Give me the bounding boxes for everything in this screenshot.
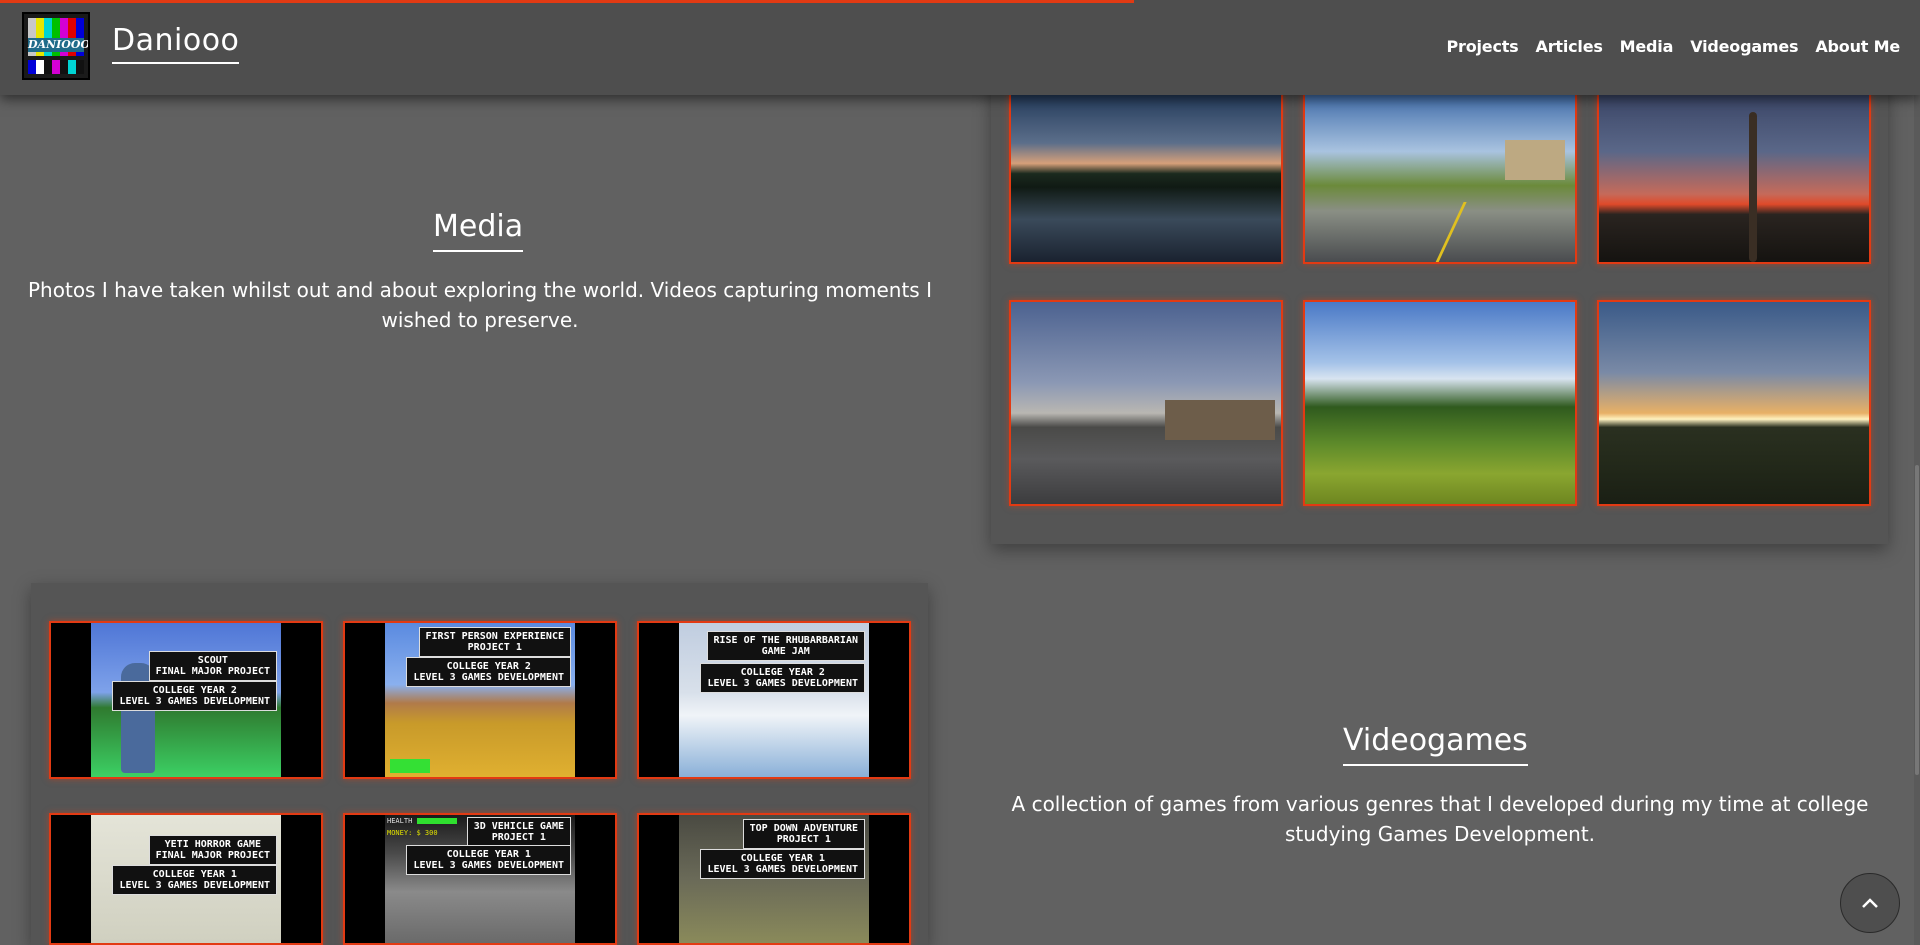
chevron-up-icon: [1861, 894, 1879, 913]
game-course-caption: COLLEGE YEAR 2 LEVEL 3 GAMES DEVELOPMENT: [112, 681, 277, 711]
green-meadow-photo[interactable]: [1303, 300, 1577, 506]
nav-articles[interactable]: Articles: [1536, 37, 1603, 56]
game-tile-top-down-adventure[interactable]: TOP DOWN ADVENTURE PROJECT 1 COLLEGE YEA…: [637, 813, 911, 945]
nav-about-me[interactable]: About Me: [1815, 37, 1900, 56]
game-tile-rhubarbarian[interactable]: RISE OF THE RHUBARBARIAN GAME JAM COLLEG…: [637, 621, 911, 779]
site-logo[interactable]: DANIOOO: [22, 12, 90, 80]
media-description: Photos I have taken whilst out and about…: [28, 278, 932, 332]
videogames-description: A collection of games from various genre…: [1011, 792, 1869, 846]
page-scrollbar[interactable]: [1914, 95, 1920, 945]
nav-projects[interactable]: Projects: [1447, 37, 1519, 56]
game-course-caption: COLLEGE YEAR 1 LEVEL 3 GAMES DEVELOPMENT: [406, 845, 571, 875]
game-title-caption: TOP DOWN ADVENTURE PROJECT 1: [742, 819, 865, 849]
game-title-caption: FIRST PERSON EXPERIENCE PROJECT 1: [418, 627, 571, 657]
site-brand[interactable]: Danіooo: [112, 24, 240, 64]
game-title-caption: YETI HORROR GAME FINAL MAJOR PROJECT: [148, 835, 277, 865]
game-tile-3d-vehicle[interactable]: HEALTH MONEY: $ 300 3D VEHICLE GAME PROJ…: [343, 813, 617, 945]
car-park-buildings-photo[interactable]: [1009, 300, 1283, 506]
game-course-caption: COLLEGE YEAR 2 LEVEL 3 GAMES DEVELOPMENT: [406, 657, 571, 687]
game-course-caption: COLLEGE YEAR 1 LEVEL 3 GAMES DEVELOPMENT: [700, 849, 865, 879]
site-header: DANIOOO Danіooo Projects Articles Media …: [0, 0, 1920, 95]
game-course-caption: COLLEGE YEAR 2 LEVEL 3 GAMES DEVELOPMENT: [700, 663, 865, 693]
logo-text: DANIOOO: [28, 38, 90, 52]
nav-media[interactable]: Media: [1620, 37, 1674, 56]
lake-at-dusk-photo[interactable]: [1009, 90, 1283, 264]
game-tile-first-person[interactable]: FIRST PERSON EXPERIENCE PROJECT 1 COLLEG…: [343, 621, 617, 779]
nav-videogames[interactable]: Videogames: [1690, 37, 1798, 56]
game-title-caption: 3D VEHICLE GAME PROJECT 1: [466, 817, 571, 847]
country-road-photo[interactable]: [1303, 90, 1577, 264]
health-label: HEALTH: [387, 817, 413, 825]
money-label: MONEY: $ 300: [387, 829, 438, 837]
main-nav: Projects Articles Media Videogames About…: [1447, 37, 1901, 56]
game-tile-yeti-horror[interactable]: YETI HORROR GAME FINAL MAJOR PROJECT COL…: [49, 813, 323, 945]
game-course-caption: COLLEGE YEAR 1 LEVEL 3 GAMES DEVELOPMENT: [112, 865, 277, 895]
videogame-gallery: SCOUT FINAL MAJOR PROJECT COLLEGE YEAR 2…: [31, 583, 928, 945]
scroll-progress-bar: [0, 0, 1134, 3]
media-title: Media: [433, 208, 524, 252]
scroll-to-top-button[interactable]: [1840, 873, 1900, 933]
scrollbar-thumb[interactable]: [1915, 465, 1919, 775]
sunset-trees-photo[interactable]: [1597, 300, 1871, 506]
game-title-caption: RISE OF THE RHUBARBARIAN GAME JAM: [706, 631, 865, 661]
photo-gallery: [991, 60, 1888, 544]
game-title-caption: SCOUT FINAL MAJOR PROJECT: [148, 651, 277, 681]
videogames-title: Videogames: [1343, 722, 1528, 766]
game-tile-scout[interactable]: SCOUT FINAL MAJOR PROJECT COLLEGE YEAR 2…: [49, 621, 323, 779]
sunset-grass-photo[interactable]: [1597, 90, 1871, 264]
